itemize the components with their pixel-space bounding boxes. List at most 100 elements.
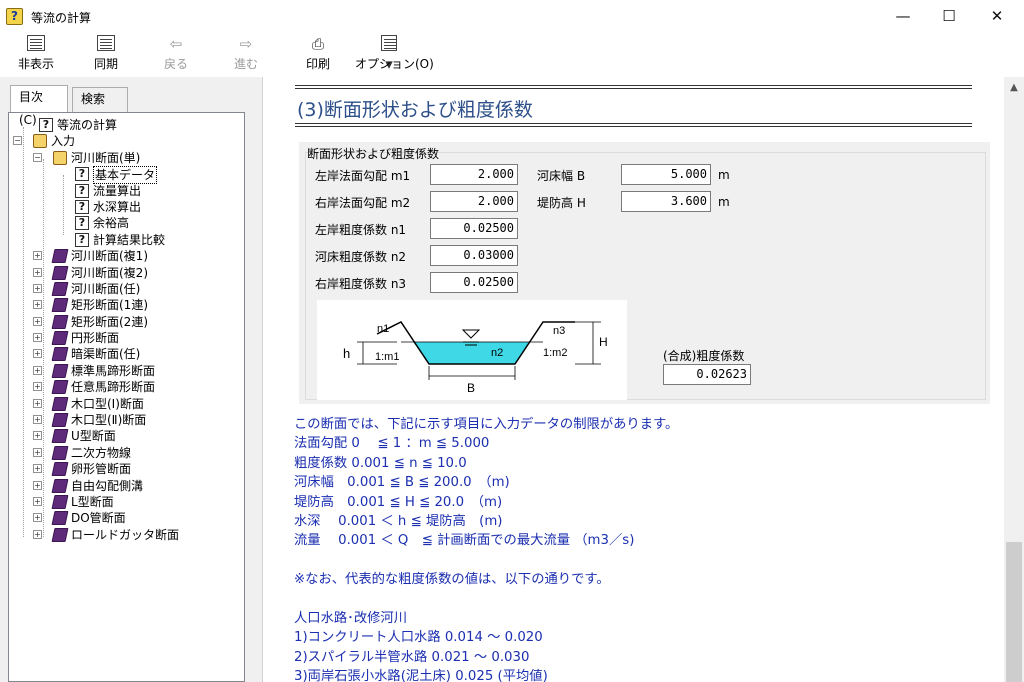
- hide-button[interactable]: 非表示: [14, 35, 58, 75]
- tree-item-label: 円形断面: [71, 331, 120, 346]
- book-icon: [51, 347, 69, 362]
- expand-icon[interactable]: +: [33, 464, 42, 474]
- tree-item-book[interactable]: + 木口型(Ⅱ)断面: [9, 412, 244, 428]
- scroll-thumb[interactable]: [1006, 542, 1022, 682]
- bed-width-field[interactable]: 5.000: [621, 164, 711, 185]
- tab-search[interactable]: 検索(S): [72, 87, 128, 129]
- tree-item-book[interactable]: + U型断面: [9, 428, 244, 444]
- help-app-icon: ?: [6, 8, 23, 25]
- tree-item-book[interactable]: + 二次方物線: [9, 445, 244, 461]
- minimize-button[interactable]: —: [880, 0, 926, 33]
- n3-field[interactable]: 0.02500: [430, 272, 518, 293]
- tree-item-book[interactable]: + 円形断面: [9, 330, 244, 346]
- tree-item-label: 計算結果比較: [93, 232, 166, 247]
- expand-icon[interactable]: +: [33, 316, 42, 326]
- tree-item-book[interactable]: + 河川断面(複1): [9, 248, 244, 264]
- expand-icon[interactable]: +: [33, 382, 42, 392]
- print-button[interactable]: ⎙ 印刷: [298, 35, 338, 75]
- book-icon: [51, 331, 69, 346]
- pane-splitter[interactable]: [254, 77, 263, 682]
- n1-field[interactable]: 0.02500: [430, 218, 518, 239]
- tree-item-leaf[interactable]: ? 余裕高: [9, 215, 244, 231]
- tree-item-leaf[interactable]: ? 流量算出: [9, 183, 244, 199]
- expand-icon[interactable]: +: [33, 251, 42, 261]
- tree-item-book[interactable]: + L型断面: [9, 494, 244, 510]
- expand-icon[interactable]: +: [33, 415, 42, 425]
- tree-item-book[interactable]: + ロールドガッタ断面: [9, 527, 244, 543]
- bank-height-field[interactable]: 3.600: [621, 191, 711, 212]
- help-page-icon: ?: [75, 232, 89, 247]
- expand-icon[interactable]: +: [33, 349, 42, 359]
- tab-contents[interactable]: 目次(C): [10, 85, 68, 127]
- note-line: 流量 0.001 ＜ Q ≦ 計画断面での最大流量 （m3／s): [294, 533, 635, 549]
- content-scrollbar[interactable]: ▲: [1004, 77, 1024, 682]
- n1-label: 左岸粗度係数 n1: [315, 223, 407, 237]
- tree-item-label: 等流の計算: [57, 118, 118, 132]
- expand-icon[interactable]: +: [33, 300, 42, 310]
- tree-item-book[interactable]: + 任意馬蹄形断面: [9, 379, 244, 395]
- book-icon: [51, 298, 69, 313]
- left-slope-field[interactable]: 2.000: [430, 164, 518, 185]
- book-icon: [51, 445, 69, 460]
- sync-button[interactable]: 同期: [86, 35, 126, 75]
- book-icon: [51, 314, 69, 329]
- tree-item-river-single[interactable]: − 河川断面(単): [9, 150, 244, 166]
- expand-icon[interactable]: +: [33, 480, 42, 490]
- expand-icon[interactable]: +: [33, 333, 42, 343]
- tree-item-root[interactable]: ? 等流の計算: [9, 117, 244, 133]
- expand-icon[interactable]: +: [33, 398, 42, 408]
- tree-item-book[interactable]: + 河川断面(複2): [9, 265, 244, 281]
- tree-item-book[interactable]: + 暗渠断面(任): [9, 346, 244, 362]
- tree-item-book[interactable]: + 矩形断面(2連): [9, 314, 244, 330]
- tree-item-book[interactable]: + 標準馬蹄形断面: [9, 363, 244, 379]
- bank-height-label: 堤防高 H: [537, 196, 586, 210]
- tree-item-book[interactable]: + 自由勾配側溝: [9, 478, 244, 494]
- tree-item-book[interactable]: + 河川断面(任): [9, 281, 244, 297]
- composite-roughness-label: (合成)粗度係数: [663, 349, 745, 363]
- expand-icon[interactable]: +: [33, 447, 42, 457]
- tree-item-book[interactable]: + 卵形管断面: [9, 461, 244, 477]
- tree-item-leaf[interactable]: ? 水深算出: [9, 199, 244, 215]
- back-button[interactable]: ⇦ 戻る: [156, 35, 196, 75]
- tree-item-book[interactable]: + 木口型(Ⅰ)断面: [9, 396, 244, 412]
- n2-label: 河床粗度係数 n2: [315, 250, 407, 264]
- tree-item-leaf[interactable]: ? 基本データ: [9, 166, 244, 185]
- expand-icon[interactable]: +: [33, 283, 42, 293]
- tree-item-label: 木口型(Ⅱ)断面: [71, 413, 147, 428]
- tree-item-input[interactable]: − 入力: [9, 133, 244, 149]
- sync-label: 同期: [93, 57, 118, 71]
- expand-icon[interactable]: +: [33, 267, 42, 277]
- expand-icon[interactable]: +: [33, 529, 42, 539]
- left-slope-label: 左岸法面勾配 m1: [315, 169, 411, 183]
- book-icon: [51, 511, 69, 526]
- tree-item-book[interactable]: + 矩形断面(1連): [9, 297, 244, 313]
- maximize-button[interactable]: ☐: [926, 0, 972, 33]
- printer-icon: ⎙: [311, 35, 324, 53]
- expand-icon[interactable]: +: [33, 365, 42, 375]
- options-button[interactable]: ▾ オプション(O): [355, 35, 434, 75]
- expand-icon[interactable]: +: [33, 431, 42, 441]
- close-button[interactable]: ✕: [974, 0, 1020, 33]
- right-slope-field[interactable]: 2.000: [430, 191, 518, 212]
- n3-label: 右岸粗度係数 n3: [315, 277, 407, 291]
- collapse-icon[interactable]: −: [13, 136, 22, 146]
- composite-roughness-field[interactable]: 0.02623: [663, 364, 751, 385]
- note-line: 法面勾配 0 ≦ 1 ：m ≦ 5.000: [294, 436, 490, 452]
- section-shape-group: 断面形状および粗度係数 左岸法面勾配 m1 2.000 右岸法面勾配 m2 2.…: [299, 142, 990, 404]
- expand-icon[interactable]: +: [33, 496, 42, 506]
- tree-item-label: 流量算出: [93, 183, 142, 198]
- tree-item-label: 木口型(Ⅰ)断面: [71, 396, 144, 411]
- title-bar: ? 等流の計算 — ☐ ✕: [0, 0, 1024, 33]
- tree-item-label: 水深算出: [93, 199, 142, 214]
- forward-button[interactable]: ⇨ 進む: [226, 35, 266, 75]
- collapse-icon[interactable]: −: [33, 152, 42, 162]
- n2-field[interactable]: 0.03000: [430, 245, 518, 266]
- tree-item-book[interactable]: + DO管断面: [9, 510, 244, 526]
- print-label: 印刷: [305, 57, 330, 71]
- scroll-up-icon[interactable]: ▲: [1004, 77, 1024, 97]
- toolbar: 非表示 同期 ⇦ 戻る ⇨ 進む ⎙ 印刷 ▾ オプション(O): [0, 33, 1024, 77]
- open-book-icon: [53, 150, 67, 165]
- bed-width-label: 河床幅 B: [537, 169, 586, 183]
- tree-item-leaf[interactable]: ? 計算結果比較: [9, 232, 244, 248]
- expand-icon[interactable]: +: [33, 513, 42, 523]
